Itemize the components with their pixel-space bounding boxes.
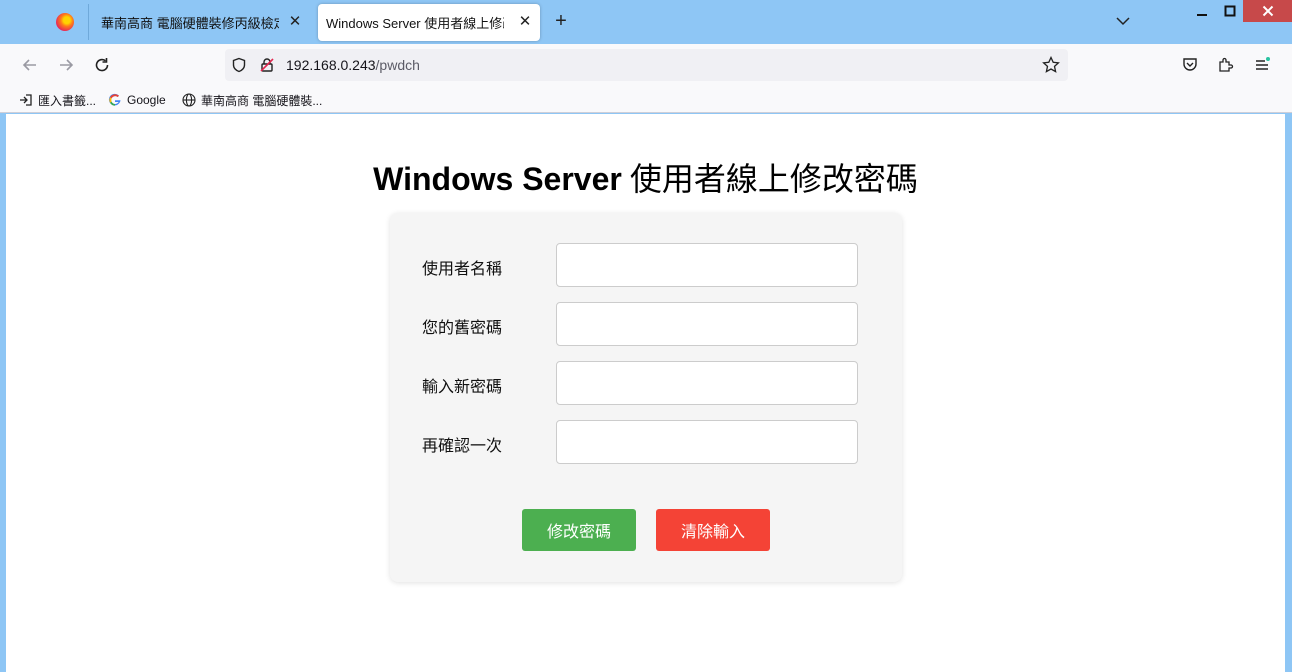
pocket-icon[interactable] bbox=[1180, 55, 1200, 75]
url-path: /pwdch bbox=[375, 57, 420, 73]
page-title-latin: Windows Server bbox=[373, 161, 622, 197]
extensions-icon[interactable] bbox=[1216, 55, 1236, 75]
bookmark-label: 匯入書籤... bbox=[38, 93, 97, 108]
menu-icon[interactable] bbox=[1252, 55, 1272, 75]
back-arrow-icon[interactable] bbox=[20, 55, 40, 75]
bookmark-import[interactable]: 匯入書籤... bbox=[19, 92, 96, 108]
password-form: 使用者名稱 您的舊密碼 輸入新密碼 再確認一次 修改密碼 清除輸入 bbox=[390, 213, 902, 582]
tab-label: Windows Server 使用者線上修改密碼 bbox=[326, 16, 504, 31]
google-icon bbox=[108, 93, 122, 107]
new-password-input[interactable] bbox=[556, 361, 858, 405]
reload-icon[interactable] bbox=[92, 55, 112, 75]
globe-icon bbox=[182, 93, 196, 107]
firefox-icon[interactable] bbox=[56, 13, 74, 31]
change-password-button[interactable]: 修改密碼 bbox=[522, 509, 636, 551]
forward-arrow-icon[interactable] bbox=[56, 55, 76, 75]
close-tab-icon[interactable]: ✕ bbox=[516, 13, 534, 31]
import-icon bbox=[19, 93, 33, 107]
star-icon[interactable] bbox=[1041, 55, 1061, 75]
new-password-label: 輸入新密碼 bbox=[422, 379, 503, 396]
confirm-password-label: 再確認一次 bbox=[422, 438, 503, 455]
page-title-cjk: 使用者線上修改密碼 bbox=[621, 161, 918, 197]
new-tab-button[interactable]: + bbox=[550, 10, 572, 32]
tab-strip: 華南高商 電腦硬體裝修丙級檢定術科 ✕ Windows Server 使用者線上… bbox=[0, 0, 1292, 44]
bookmarks-toolbar: 匯入書籤... Google 華南高商 電腦硬體裝... bbox=[0, 86, 1292, 113]
close-tab-icon[interactable]: ✕ bbox=[286, 13, 304, 31]
tab-label: 華南高商 電腦硬體裝修丙級檢定術科 bbox=[101, 16, 279, 31]
url-bar[interactable]: 192.168.0.243/pwdch bbox=[225, 49, 1068, 81]
chevron-down-icon[interactable] bbox=[1114, 12, 1132, 30]
tab-hwlab[interactable]: 華南高商 電腦硬體裝修丙級檢定術科 ✕ bbox=[92, 4, 310, 41]
bookmark-google[interactable]: Google bbox=[108, 92, 166, 108]
close-window-icon[interactable] bbox=[1243, 0, 1292, 22]
username-input[interactable] bbox=[556, 243, 858, 287]
bookmark-label: 華南高商 電腦硬體裝... bbox=[201, 93, 323, 108]
minimize-icon[interactable] bbox=[1188, 0, 1216, 22]
url-text[interactable]: 192.168.0.243/pwdch bbox=[286, 57, 420, 73]
url-host: 192.168.0.243 bbox=[286, 57, 376, 73]
page-content: Windows Server 使用者線上修改密碼 使用者名稱 您的舊密碼 輸入新… bbox=[6, 114, 1285, 672]
page-title: Windows Server 使用者線上修改密碼 bbox=[6, 154, 1285, 200]
shield-icon[interactable] bbox=[229, 55, 249, 75]
old-password-input[interactable] bbox=[556, 302, 858, 346]
maximize-icon[interactable] bbox=[1216, 0, 1244, 22]
old-password-label: 您的舊密碼 bbox=[422, 320, 503, 337]
tab-pwdch[interactable]: Windows Server 使用者線上修改密碼 ✕ bbox=[318, 4, 540, 41]
clear-input-button[interactable]: 清除輸入 bbox=[656, 509, 770, 551]
insecure-lock-icon[interactable] bbox=[257, 55, 277, 75]
username-label: 使用者名稱 bbox=[422, 261, 503, 278]
tab-divider bbox=[88, 4, 89, 40]
bookmark-label: Google bbox=[127, 93, 166, 107]
navigation-toolbar: 192.168.0.243/pwdch bbox=[0, 44, 1292, 86]
bookmark-hwlab[interactable]: 華南高商 電腦硬體裝... bbox=[182, 92, 322, 108]
confirm-password-input[interactable] bbox=[556, 420, 858, 464]
